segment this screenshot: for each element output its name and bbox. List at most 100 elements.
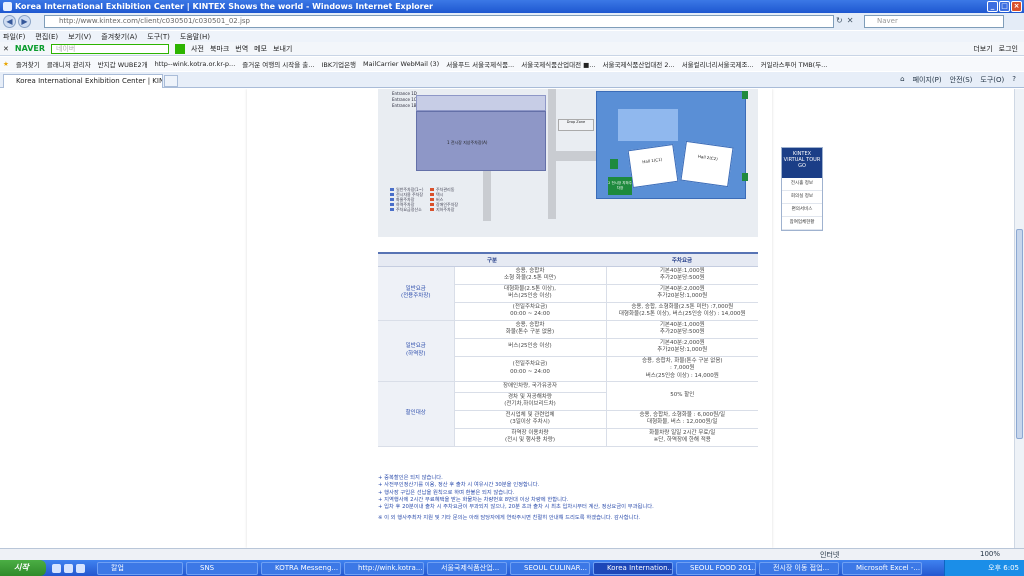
naver-more[interactable]: 더보기 [973, 44, 992, 54]
menu-favorites[interactable]: 즐겨찾기(A) [101, 32, 137, 42]
legend-swatch [430, 193, 434, 196]
row-condition: 승용, 승합차 소형 화물(2.5톤 미만) [453, 266, 606, 285]
row-fee: 기본40분:2,000원 추가20분당:1,000원 [605, 284, 758, 303]
favorite-item[interactable]: 서울컬리너리서울국제조... [682, 59, 754, 69]
hall-left-entrance-area [416, 95, 546, 111]
command-safety[interactable]: 안전(S) [950, 75, 973, 85]
command-bar: ⌂ 페이지(P) 안전(S) 도구(O) ? [900, 75, 1016, 85]
row-fee: 화물차량 일일 2시간 무료/일 ※단, 하역장에 한해 적용 [605, 428, 758, 447]
task-item[interactable]: SEOUL FOOD 201... [676, 561, 756, 575]
hall-2: Hall 2(C2) [680, 140, 734, 188]
window-titlebar: Korea International Exhibition Center | … [0, 0, 1024, 13]
contact-note: ※ 이 외 행사주최자 지원 및 기타 문의는 아래 담당자에게 연락주시면 친… [378, 515, 641, 522]
naver-item-send[interactable]: 보내기 [273, 44, 292, 54]
start-button[interactable]: 시작 [0, 560, 46, 576]
task-item[interactable]: Microsoft Excel -... [842, 561, 922, 575]
favorite-item[interactable]: MailCarrier WebMail (3) [363, 60, 439, 68]
entrance-label: Entrance 1B [392, 103, 417, 108]
quicklaunch-icon[interactable] [64, 563, 73, 573]
virtual-tour-widget: KINTEX VIRTUAL TOUR GO 전시홀 정보 회의실 정보 편의서… [781, 147, 823, 231]
quicklaunch-icon[interactable] [52, 563, 61, 573]
task-item[interactable]: 서울국제식품산업... [427, 561, 507, 575]
zoom-level[interactable]: 100% [980, 550, 1000, 558]
note-line: + 행사장 구입은 선납을 원칙으로 하며 환불은 되지 않습니다. [378, 489, 515, 496]
favorite-item[interactable]: 커일라스투어 TMB(두... [761, 59, 828, 69]
favorites-label[interactable]: 즐겨찾기 [16, 59, 40, 69]
task-item[interactable]: 전시장 이동 접업... [759, 561, 839, 575]
favorites-star-icon[interactable]: ★ [3, 60, 9, 68]
map-legend: 주차관리동 택시 버스 장애인주차장 지하주차장 [430, 187, 550, 212]
favorite-item[interactable]: 클래니저 관리자 [47, 59, 91, 69]
hall-1: Hall 1(C1) [627, 143, 679, 189]
menu-help[interactable]: 도움말(H) [180, 32, 210, 42]
minimize-button[interactable]: _ [987, 1, 998, 12]
favorite-item[interactable]: 서울푸드 서울국제식품... [446, 59, 514, 69]
vertical-scrollbar[interactable] [1014, 89, 1024, 548]
tab-kintex[interactable]: Korea International Exhibition Center | … [3, 74, 163, 88]
window-title: Korea International Exhibition Center | … [15, 2, 433, 11]
address-input[interactable]: http://www.kintex.com/client/c030501/c03… [44, 15, 834, 28]
stop-icon[interactable]: ✕ [847, 16, 854, 25]
quicklaunch-icon[interactable] [76, 563, 85, 573]
status-bar: 인터넷 100% [0, 548, 1024, 560]
row-condition: (전일주차요금) 00:00 ~ 24:00 [453, 356, 606, 382]
address-tools: ↻ ✕ [836, 16, 853, 25]
tour-link-rooms[interactable]: 회의실 정보 [782, 191, 822, 204]
new-tab-button[interactable] [164, 75, 178, 87]
tour-link-halls[interactable]: 전시홀 정보 [782, 178, 822, 191]
home-icon[interactable]: ⌂ [900, 75, 904, 85]
menu-file[interactable]: 파일(F) [3, 32, 25, 42]
legend-swatch [430, 198, 434, 201]
hall-area-light [618, 109, 678, 141]
back-button[interactable]: ◀ [3, 15, 16, 28]
legend-swatch [430, 208, 434, 211]
close-button[interactable]: × [1011, 1, 1022, 12]
search-input[interactable]: Naver [864, 15, 1004, 28]
task-item[interactable]: SNS [186, 561, 258, 575]
virtual-tour-go[interactable]: GO [782, 163, 822, 169]
task-item[interactable]: KOTRA Messeng... [261, 561, 341, 575]
forward-button[interactable]: ▶ [18, 15, 31, 28]
maximize-button[interactable]: □ [999, 1, 1010, 12]
naver-search-input[interactable]: 네이버 [51, 43, 170, 54]
task-item[interactable]: SEOUL CULINAR... [510, 561, 590, 575]
tour-link-exhibitors[interactable]: 참여업체현황 [782, 217, 822, 230]
row-fee: 기본40분:2,000원 추가20분당:1,000원 [605, 338, 758, 357]
naver-login[interactable]: 로그인 [999, 44, 1018, 54]
favorites-bar: ★ 즐겨찾기 클래니저 관리자 반지갑 WUBE2개 http--wink.ko… [0, 57, 1024, 71]
menu-edit[interactable]: 편집(E) [35, 32, 58, 42]
refresh-icon[interactable]: ↻ [836, 16, 843, 25]
task-item[interactable]: 칼업 [97, 561, 183, 575]
menu-view[interactable]: 보기(V) [68, 32, 91, 42]
table-row: 할인대상 장애인차량, 국가유공자 50% 할인 [378, 381, 758, 447]
task-item-active[interactable]: Korea Internation... [593, 561, 673, 575]
naver-search-button[interactable] [175, 43, 186, 54]
favorite-item[interactable]: 반지갑 WUBE2개 [98, 59, 148, 69]
tab-bar: Korea International Exhibition Center | … [0, 72, 1024, 88]
menu-tools[interactable]: 도구(T) [147, 32, 170, 42]
scrollbar-thumb[interactable] [1016, 229, 1023, 439]
parking-marker [742, 173, 748, 181]
virtual-tour-header[interactable]: KINTEX VIRTUAL TOUR GO [782, 148, 822, 178]
command-tools[interactable]: 도구(O) [980, 75, 1004, 85]
naver-item-memo[interactable]: 메모 [254, 44, 267, 54]
command-page[interactable]: 페이지(P) [913, 75, 942, 85]
favorite-item[interactable]: 즐거운 여행의 시작을 출... [242, 59, 314, 69]
favorite-item[interactable]: http--wink.kotra.or.kr-p... [155, 60, 236, 68]
favorite-item[interactable]: 서울국제식품산업대전 ■... [521, 59, 595, 69]
task-item[interactable]: http://wink.kotra.... [344, 561, 424, 575]
legend-swatch [390, 188, 394, 191]
naver-item-translate[interactable]: 번역 [235, 44, 248, 54]
naver-item-dictionary[interactable]: 사전 [191, 44, 204, 54]
naver-item-bookmark[interactable]: 북마크 [210, 44, 229, 54]
close-toolbar-icon[interactable]: ✕ [3, 45, 9, 53]
favorite-item[interactable]: 서울국제식품산업대전 2... [602, 59, 674, 69]
row-category: 일반요금 (전용주차장) [378, 266, 454, 321]
row-fee: 승용, 승합차, 화물(톤수 구분 없음): 7,000원 버스(25인승 이상)… [605, 356, 758, 382]
table-row: 일반요금 (전용주차장) 승용, 승합차 소형 화물(2.5톤 미만) 기본40분:1,… [378, 266, 758, 321]
tour-link-services[interactable]: 편의서비스 [782, 204, 822, 217]
favorite-item[interactable]: IBK기업은행 [321, 59, 356, 69]
help-icon[interactable]: ? [1012, 75, 1016, 85]
row-condition: 버스(25인승 이상) [453, 338, 606, 357]
row-fee: 기본40분:1,000원 추가20분당:500원 [605, 266, 758, 285]
